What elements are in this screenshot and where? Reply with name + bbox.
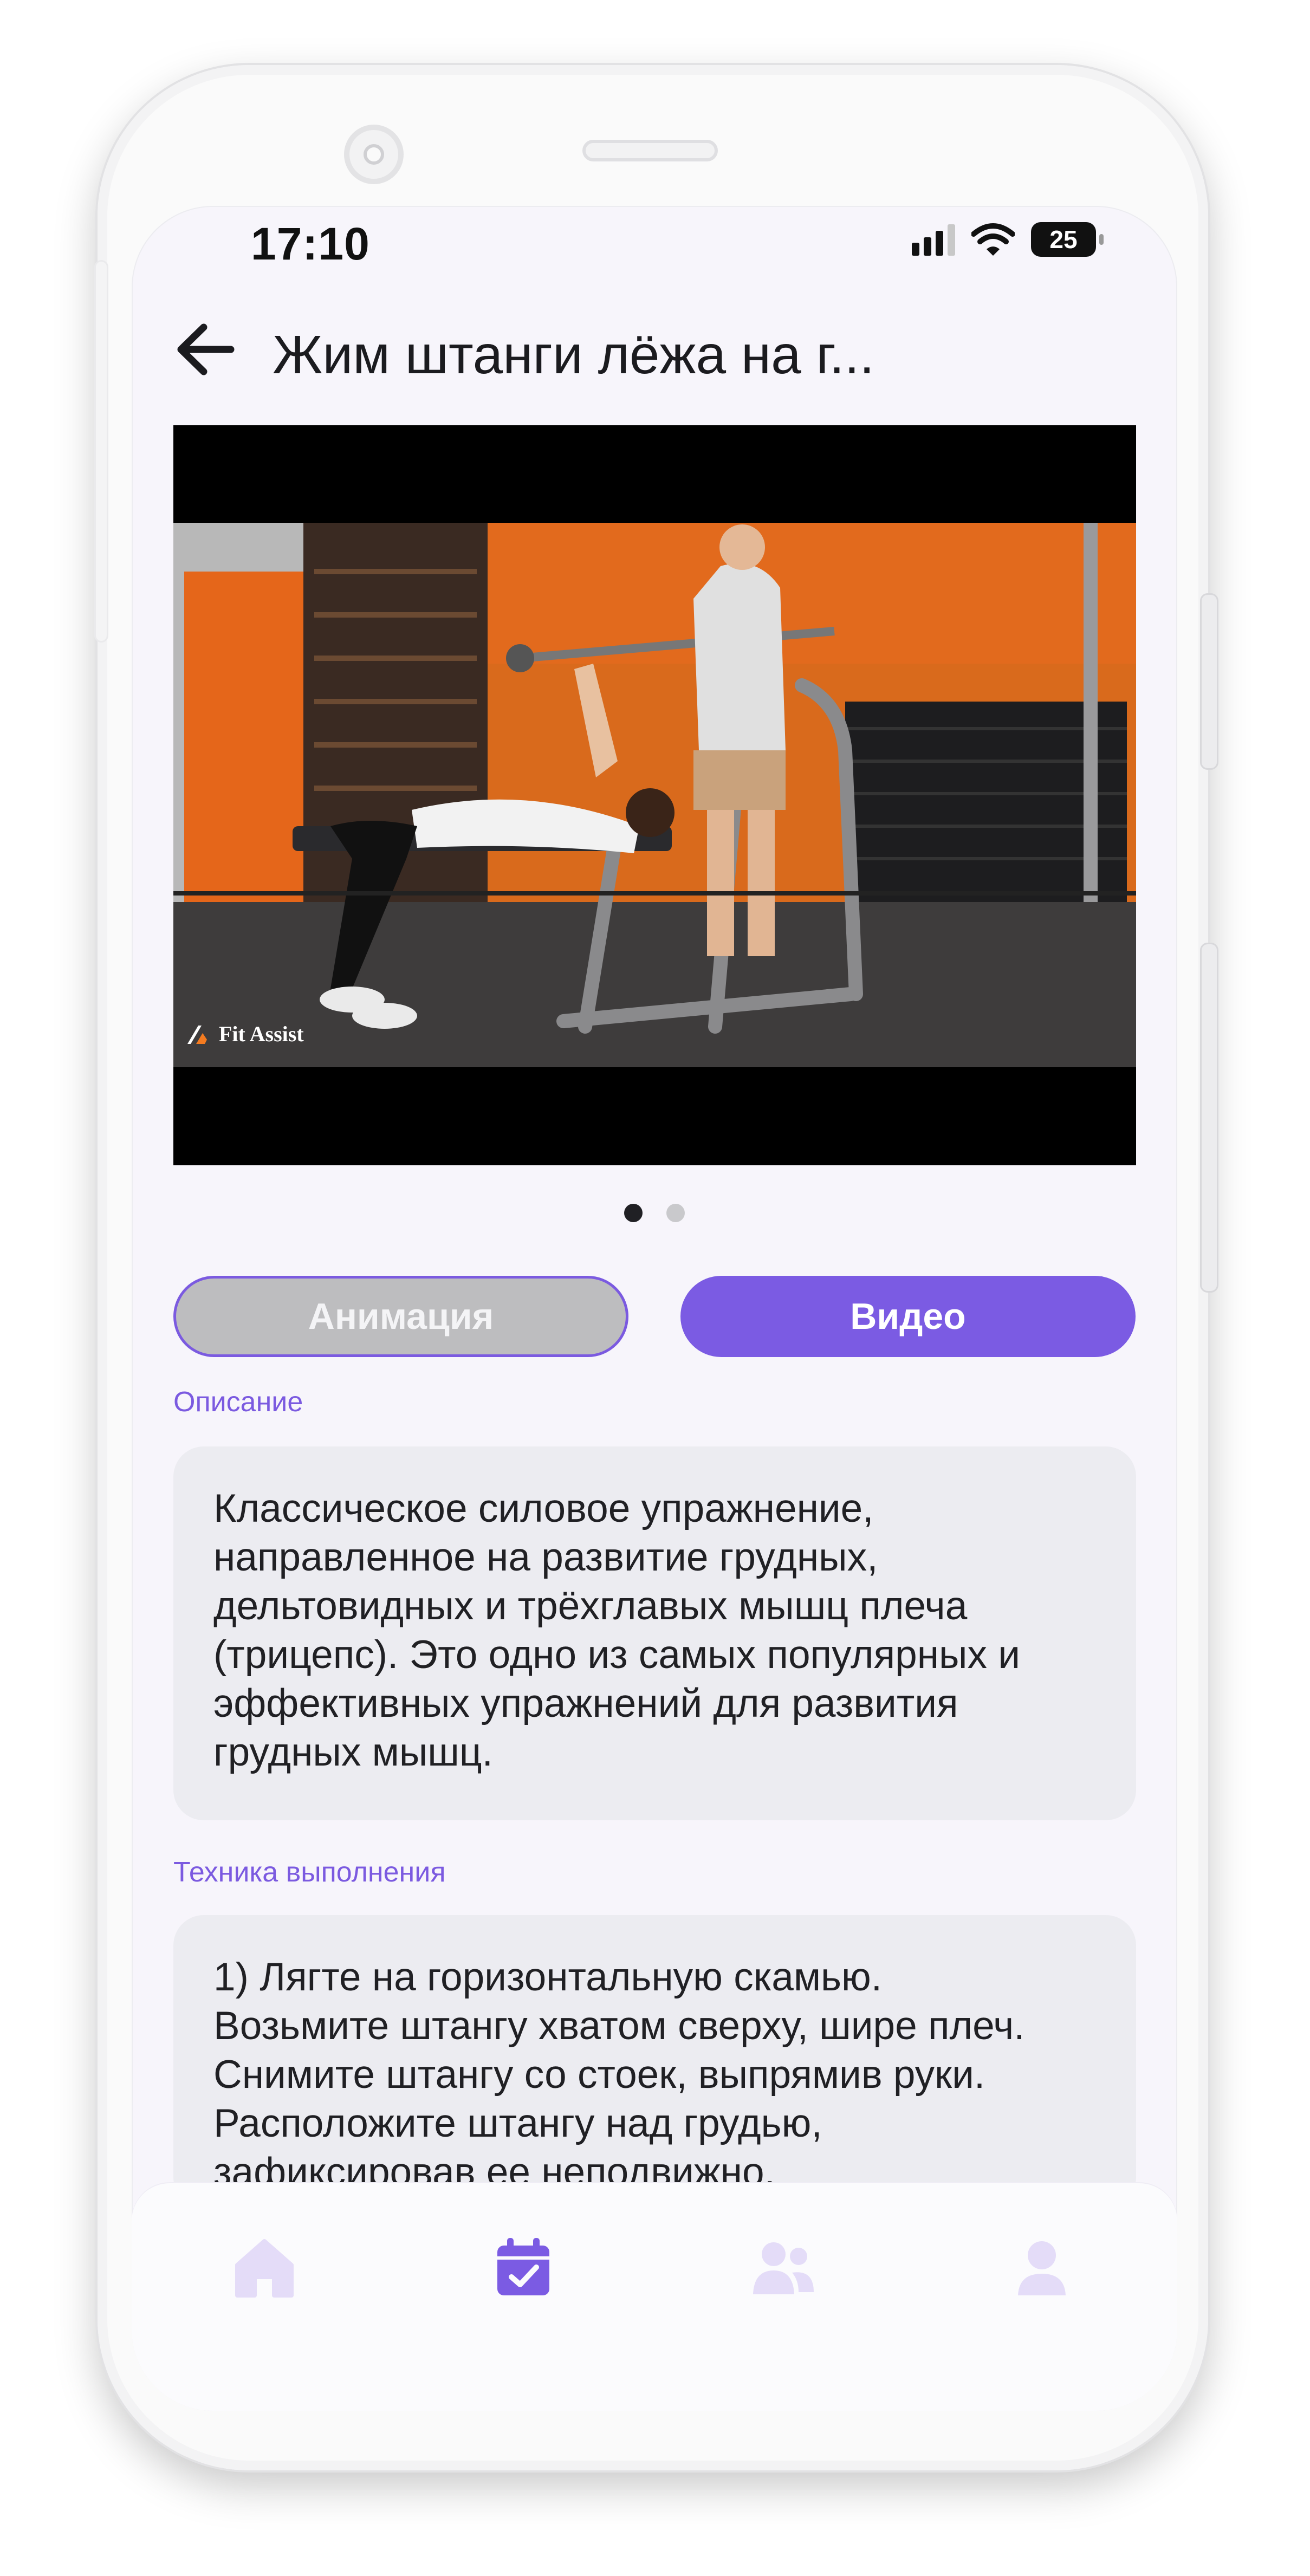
description-line: грудных мышц.	[213, 1730, 493, 1774]
exercise-video[interactable]: Fit Assist	[173, 425, 1136, 1165]
animation-toggle-button[interactable]: Анимация	[173, 1276, 628, 1357]
wifi-icon	[971, 223, 1015, 256]
power-button	[1200, 593, 1218, 770]
description-line: дельтовидных и трёхглавых мышц плеча	[213, 1584, 968, 1628]
gym-scene-image	[173, 523, 1136, 1067]
battery-level: 25	[1049, 225, 1078, 254]
battery-icon: 25	[1031, 222, 1104, 257]
profile-icon[interactable]	[1009, 2235, 1074, 2300]
description-line: (трицепс). Это одно из самых популярных …	[213, 1633, 1021, 1677]
description-line: эффективных упражнений для развития	[213, 1682, 958, 1725]
app-screen: 17:10 25 Жим штанги лёжа на г... Fit Ass…	[132, 206, 1177, 2411]
description-line: Классическое силовое упражнение,	[213, 1487, 874, 1530]
front-camera	[344, 125, 404, 184]
technique-card: 1) Лягте на горизонтальную скамью. Возьм…	[173, 1915, 1136, 2208]
bottom-tab-bar	[132, 2183, 1177, 2411]
side-key	[94, 260, 108, 643]
video-toggle-button[interactable]: Видео	[680, 1276, 1136, 1357]
signal-icon	[912, 223, 955, 256]
technique-label: Техника выполнения	[173, 1857, 446, 1888]
top-app-bar: Жим штанги лёжа на г...	[132, 298, 1177, 395]
technique-line: Снимите штангу со стоек, выпрямив руки.	[213, 2053, 985, 2097]
watermark-text: Fit Assist	[219, 1022, 304, 1046]
carousel-dot-2[interactable]	[666, 1204, 685, 1222]
description-line: направленное на развитие грудных,	[213, 1535, 878, 1579]
carousel-dot-1[interactable]	[624, 1204, 643, 1222]
speaker-grille	[582, 140, 718, 161]
description-card: Классическое силовое упражнение, направл…	[173, 1446, 1136, 1820]
back-arrow-icon[interactable]	[172, 320, 237, 379]
calendar-check-icon[interactable]	[491, 2235, 556, 2300]
status-time: 17:10	[251, 218, 370, 269]
technique-line: Возьмите штангу хватом сверху, шире плеч…	[213, 2004, 1025, 2048]
fit-assist-logo-icon	[187, 1025, 207, 1044]
video-watermark: Fit Assist	[186, 1021, 304, 1047]
technique-line: Расположите штангу над грудью,	[213, 2101, 822, 2145]
technique-line: 1) Лягте на горизонтальную скамью.	[213, 1955, 883, 1999]
users-icon[interactable]	[751, 2235, 816, 2300]
volume-button	[1200, 943, 1218, 1293]
status-icons: 25	[912, 222, 1104, 257]
description-label: Описание	[173, 1386, 303, 1418]
video-frame: Fit Assist	[173, 523, 1136, 1067]
home-icon[interactable]	[232, 2235, 297, 2300]
carousel-indicator	[132, 1204, 1177, 1222]
page-title: Жим штанги лёжа на г...	[273, 325, 875, 385]
